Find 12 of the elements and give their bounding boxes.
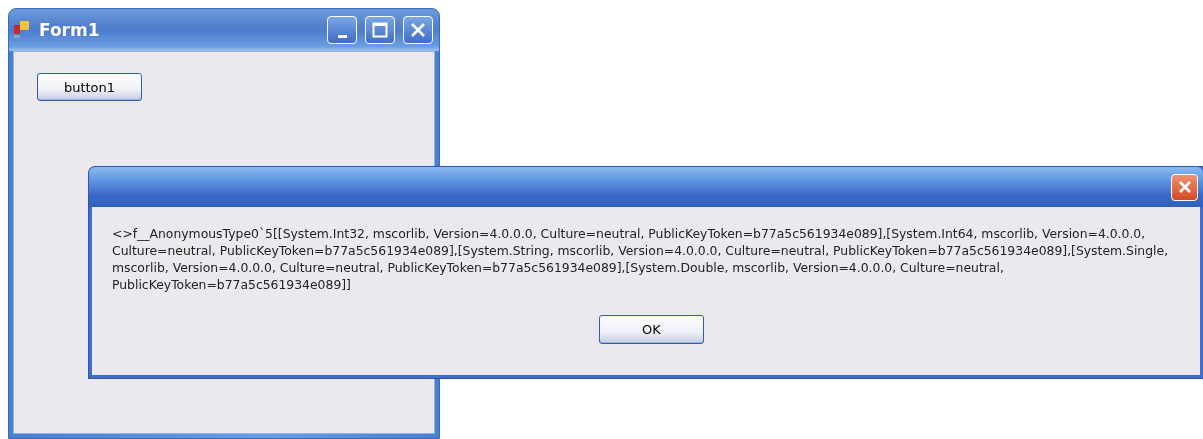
ok-button[interactable]: OK bbox=[599, 315, 704, 344]
window-title: Form1 bbox=[39, 20, 101, 40]
close-icon bbox=[410, 22, 426, 38]
minimize-icon bbox=[337, 34, 347, 38]
minimize-button[interactable] bbox=[327, 16, 357, 44]
message-text: <>f__AnonymousType0`5[[System.Int32, mscorlib, Version=4.0.0.0, Culture=neutral, PublicKeyToken=b77a5c561934e089],[System.Int64, mscorlib, Version=4.0.0.0, Culture=neutral, PublicKeyToken=b77a5c561934e089],[System.String, mscorlib, Version=4.0.0.0, Culture=neutral, PublicKeyToken=b77a5c561934e089],[System.Single, mscorlib, Version=4.0.0.0, Culture=neutral, PublicKeyToken=b77a5c561934e089],[System.Double, mscorlib, Version=4.0.0.0, Culture=neutral, PublicKeyToken=b77a5c561934e089]] bbox=[112, 225, 1170, 293]
close-button[interactable] bbox=[1171, 173, 1198, 201]
close-icon bbox=[1177, 180, 1192, 194]
close-button[interactable] bbox=[403, 16, 433, 44]
form-button[interactable]: button1 bbox=[37, 73, 142, 101]
maximize-icon bbox=[372, 22, 388, 38]
maximize-button[interactable] bbox=[365, 16, 395, 44]
